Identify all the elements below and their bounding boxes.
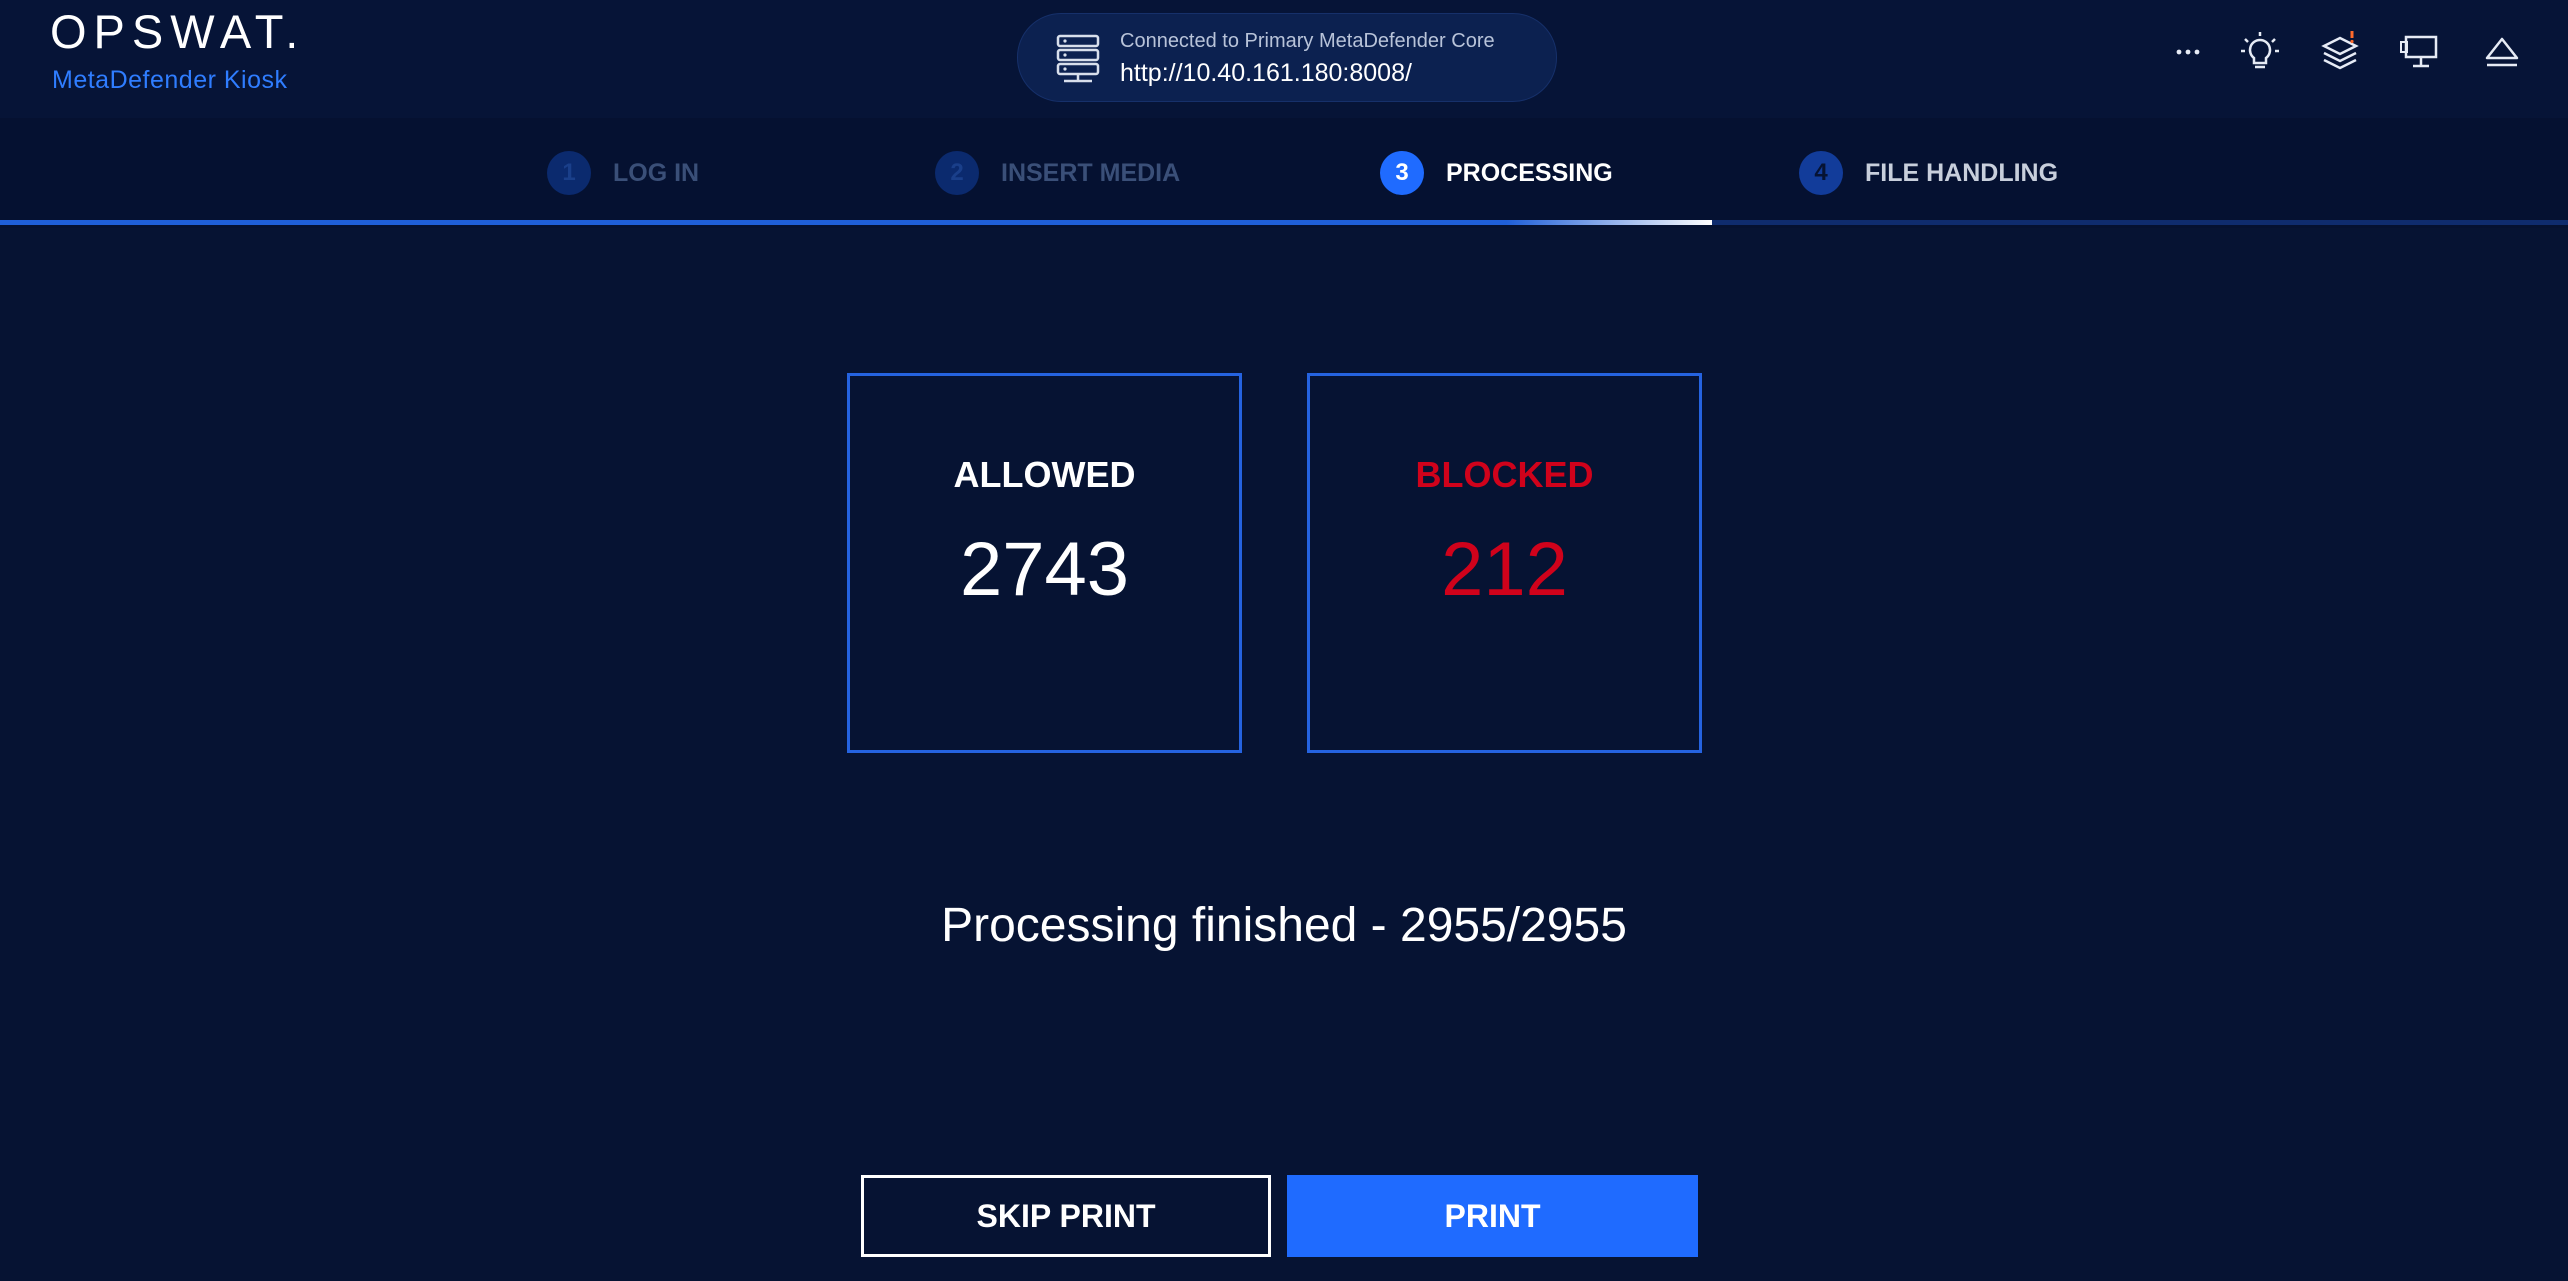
step-processing: 3 PROCESSING (1380, 148, 1613, 198)
blocked-count: 212 (1441, 527, 1568, 612)
product-name: MetaDefender Kiosk (52, 66, 288, 94)
step-number: 4 (1799, 151, 1843, 195)
skip-print-button[interactable]: SKIP PRINT (861, 1175, 1271, 1257)
kiosk-monitor-icon[interactable] (2398, 30, 2442, 74)
step-log-in: 1 LOG IN (547, 148, 699, 198)
connection-status-pill[interactable]: Connected to Primary MetaDefender Core h… (1017, 13, 1557, 102)
blocked-card: BLOCKED 212 (1307, 373, 1702, 753)
server-icon (1056, 34, 1100, 83)
step-label: FILE HANDLING (1865, 158, 2059, 187)
progress-fill (0, 220, 1712, 225)
opswat-logo: OPSWAT. (50, 5, 306, 58)
allowed-card: ALLOWED 2743 (847, 373, 1242, 753)
step-file-handling: 4 FILE HANDLING (1799, 148, 2058, 198)
connection-label: Connected to Primary MetaDefender Core (1120, 30, 1495, 52)
processing-status: Processing finished - 2955/2955 (941, 899, 1627, 952)
kiosk-page: OPSWAT. MetaDefender Kiosk Connected to … (0, 0, 2568, 1281)
blocked-label: BLOCKED (1415, 454, 1594, 495)
allowed-label: ALLOWED (953, 454, 1136, 495)
print-button[interactable]: PRINT (1287, 1175, 1698, 1257)
connection-url: http://10.40.161.180:8008/ (1120, 59, 1412, 87)
step-label: PROCESSING (1446, 158, 1613, 187)
step-number: 2 (935, 151, 979, 195)
step-label: LOG IN (613, 158, 700, 187)
more-icon[interactable] (2166, 30, 2210, 74)
top-header: OPSWAT. MetaDefender Kiosk Connected to … (0, 0, 2568, 118)
layers-alert-icon[interactable] (2318, 30, 2362, 74)
progress-steps: 1 LOG IN 2 INSERT MEDIA 3 PROCESSING 4 F… (0, 118, 2568, 228)
allowed-count: 2743 (959, 527, 1130, 612)
step-number: 1 (547, 151, 591, 195)
eject-icon[interactable] (2480, 30, 2524, 74)
step-label: INSERT MEDIA (1001, 158, 1181, 187)
step-number: 3 (1380, 151, 1424, 195)
step-insert-media: 2 INSERT MEDIA (935, 148, 1180, 198)
lightbulb-icon[interactable] (2238, 30, 2282, 74)
